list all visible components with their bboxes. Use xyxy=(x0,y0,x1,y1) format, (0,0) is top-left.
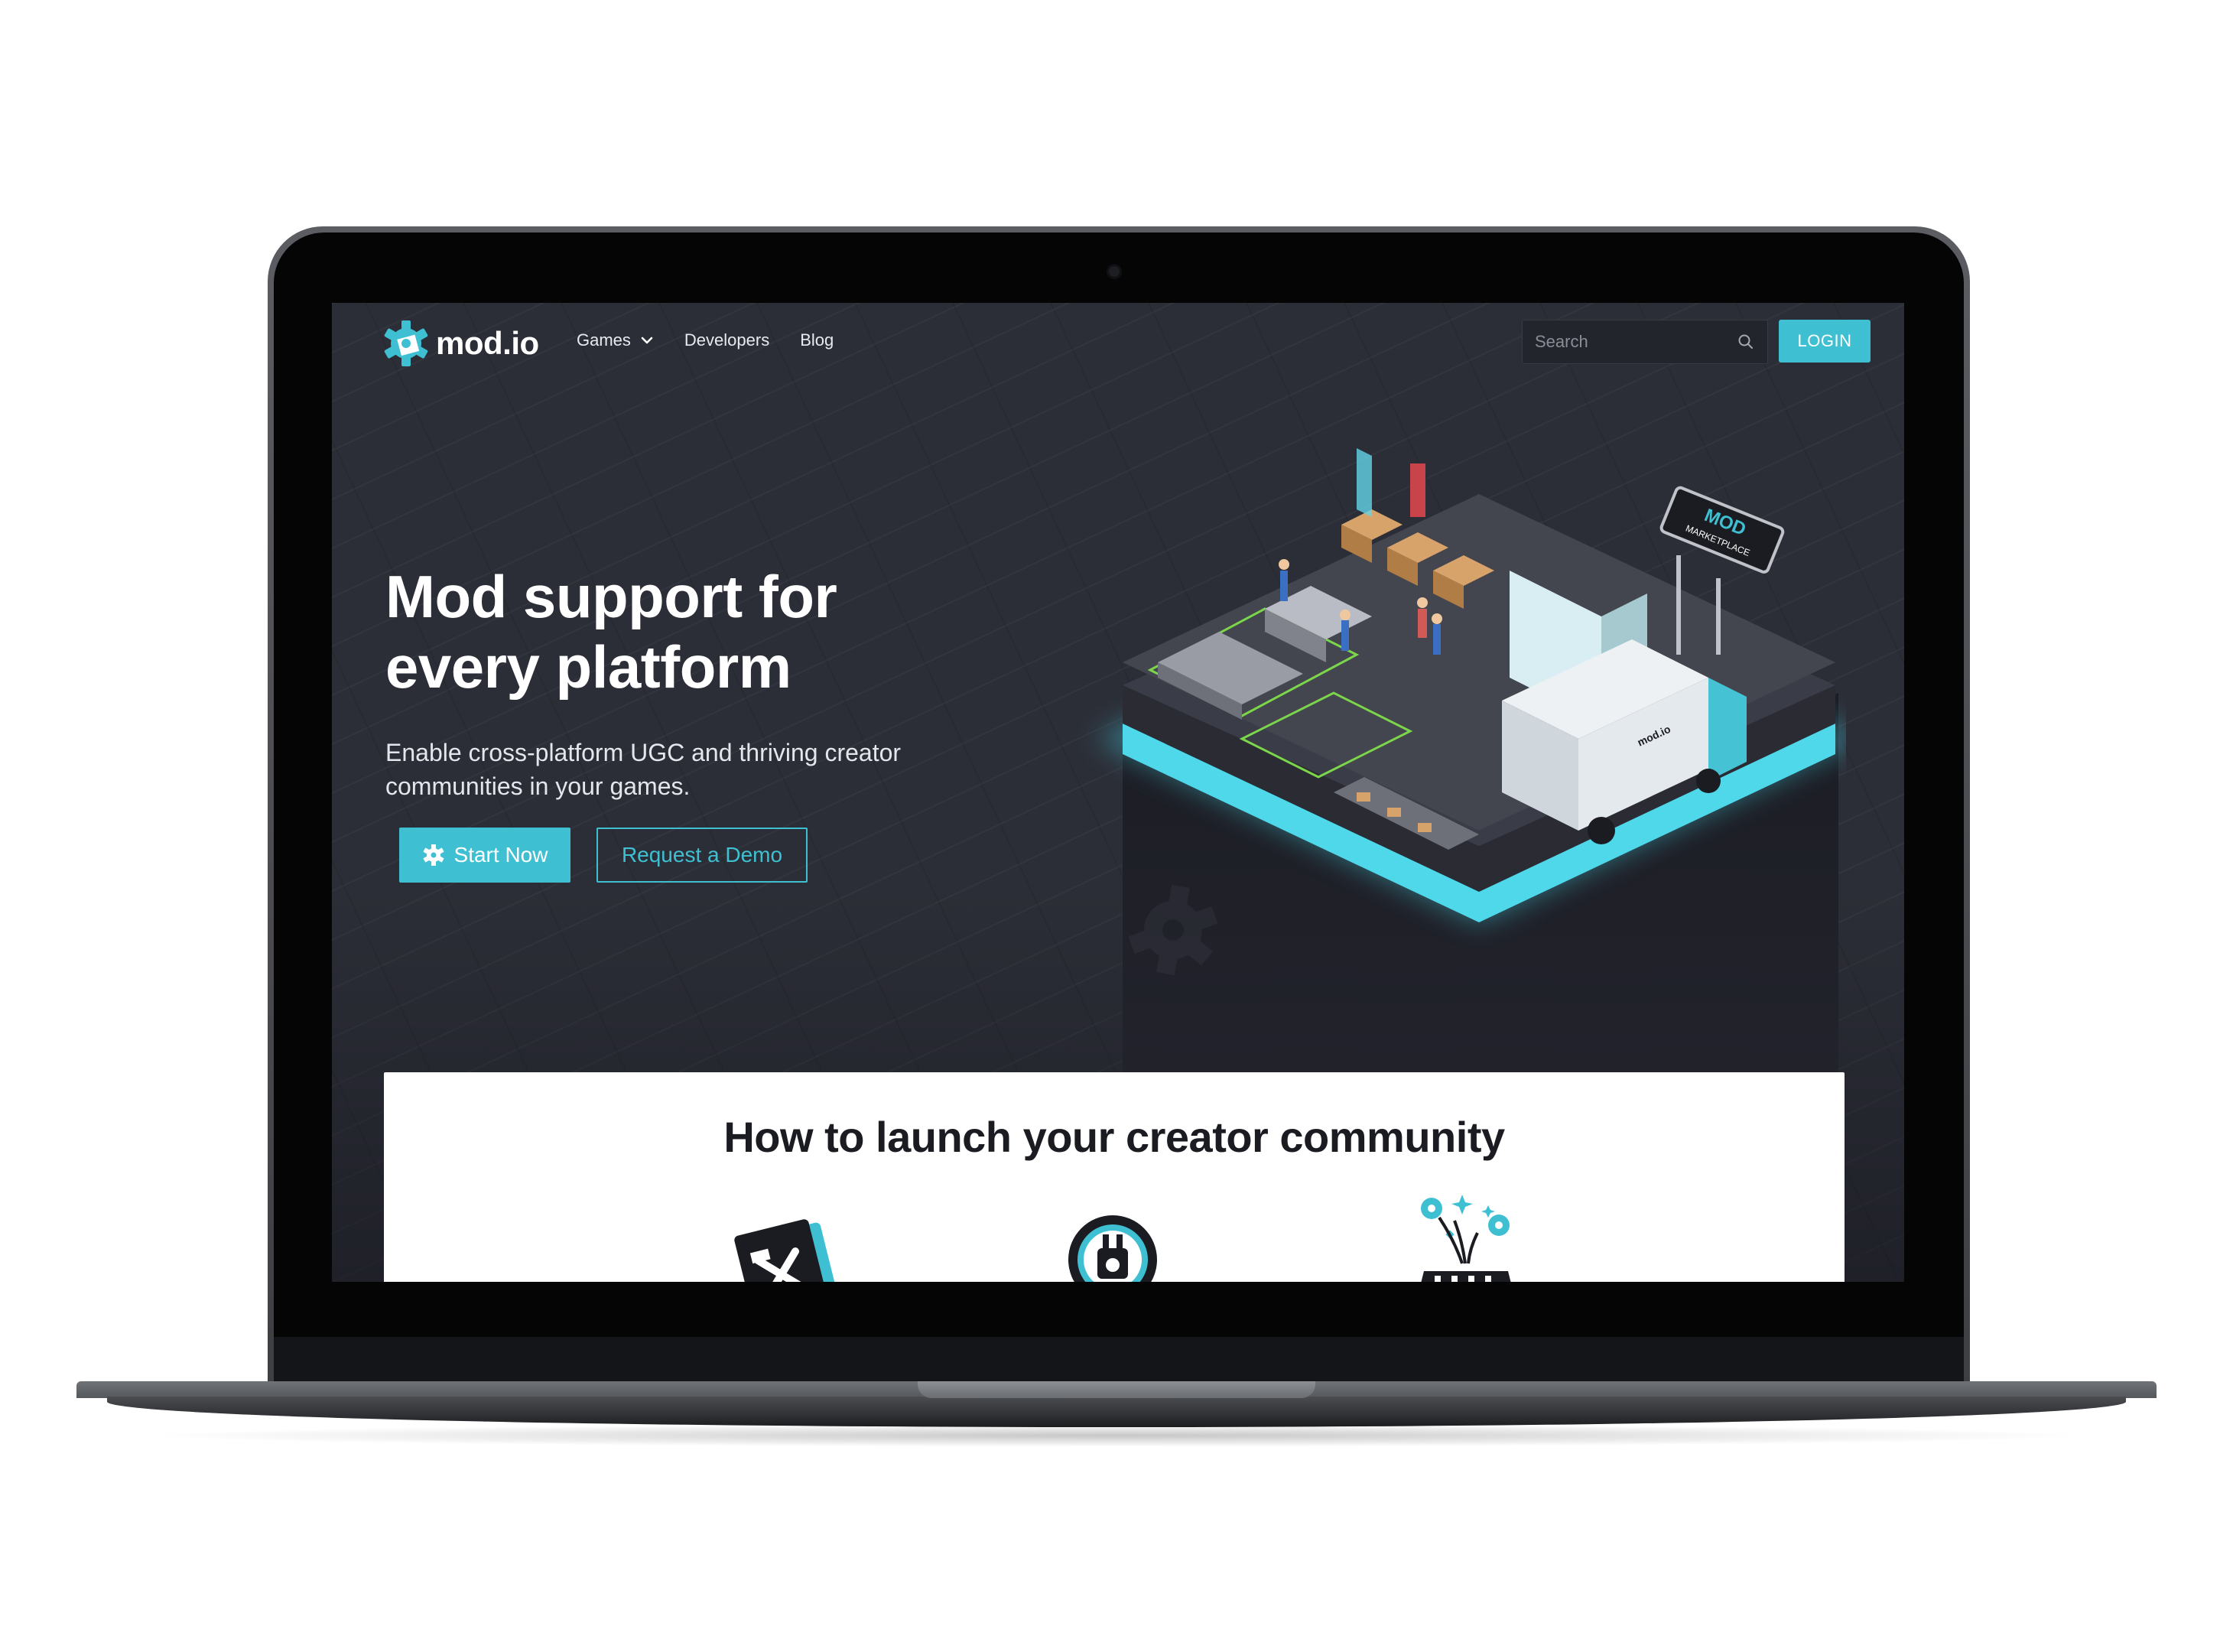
hero-title: Mod support for every platform xyxy=(385,561,1012,702)
laptop-base-lip xyxy=(107,1397,2126,1427)
logo-text: mod.io xyxy=(436,325,539,361)
plug-icon xyxy=(1068,1215,1157,1282)
section-title: How to launch your creator community xyxy=(723,1113,1505,1161)
search-icon[interactable] xyxy=(1737,333,1755,351)
hero-illustration: MOD MARKETPLACE mod.io xyxy=(1097,448,1846,1159)
nav-links: Games Developers Blog xyxy=(577,330,834,350)
hero-subtitle-line1: Enable cross-platform UGC and thriving c… xyxy=(385,739,902,766)
start-now-button[interactable]: Start Now xyxy=(399,828,570,883)
hero-subtitle: Enable cross-platform UGC and thriving c… xyxy=(385,736,967,803)
gear-logo-icon xyxy=(384,320,428,366)
camera-icon xyxy=(1109,266,1120,277)
laptop-shadow xyxy=(138,1424,2095,1447)
hero-title-line1: Mod support for xyxy=(385,563,837,630)
hero-title-line2: every platform xyxy=(385,633,791,701)
search-box xyxy=(1522,320,1768,364)
gear-icon xyxy=(422,844,444,866)
nav-developers-label: Developers xyxy=(684,330,770,350)
how-to-section: How to launch your creator community xyxy=(384,1072,1845,1282)
tools-icon xyxy=(734,1219,835,1282)
browser-screen: mod.io Games Developers Blog LOGIN xyxy=(332,303,1904,1282)
login-button[interactable]: LOGIN xyxy=(1779,320,1871,363)
nav-games-label: Games xyxy=(577,330,631,350)
nav-blog[interactable]: Blog xyxy=(800,330,834,350)
laptop-chin xyxy=(274,1337,1964,1386)
nav-games[interactable]: Games xyxy=(577,330,654,350)
launch-icon xyxy=(1421,1195,1511,1282)
nav-blog-label: Blog xyxy=(800,330,834,350)
laptop-notch xyxy=(918,1381,1315,1398)
hero-subtitle-line2: communities in your games. xyxy=(385,772,691,800)
search-input[interactable] xyxy=(1523,320,1734,363)
chevron-down-icon xyxy=(641,337,653,344)
nav-developers[interactable]: Developers xyxy=(684,330,769,350)
top-nav: mod.io Games Developers Blog LOGIN xyxy=(332,303,1904,382)
site-logo[interactable]: mod.io xyxy=(381,318,539,369)
start-now-label: Start Now xyxy=(453,843,548,867)
request-demo-button[interactable]: Request a Demo xyxy=(596,828,808,883)
